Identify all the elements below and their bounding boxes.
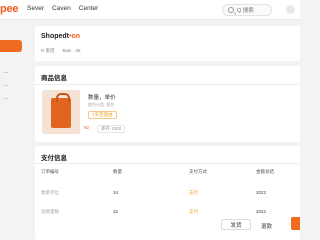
column-header: 支付方式: [189, 169, 207, 174]
brand-logo[interactable]: pee: [0, 3, 19, 15]
shop-name[interactable]: Shopedt•on: [41, 33, 80, 40]
table-row: 数量单位 34 支付 2022: [35, 190, 300, 198]
user-avatar[interactable]: [286, 5, 295, 14]
ship-button[interactable]: 发货: [221, 219, 251, 230]
sidebar-item[interactable]: [4, 98, 8, 99]
shop-card: Shopedt•on R 家结 Bale · 36: [35, 26, 300, 61]
product-card: 商品信息 数量，单价 颜色分类: 橙色 7天无理由 ¥2 库存 1000: [35, 66, 300, 142]
shop-follow: Bale · 36: [62, 48, 81, 53]
table-cell: 2022: [256, 190, 267, 195]
table-cell: 2022: [256, 209, 267, 214]
shop-name-accent: •on: [69, 33, 81, 40]
top-nav: Sever Caven Center: [27, 5, 98, 12]
primary-action-button[interactable]: [291, 217, 300, 230]
column-header: 订单编号: [41, 169, 59, 174]
shop-meta: R 家结 Bale · 36: [41, 48, 81, 54]
sidebar-active-pill[interactable]: [0, 40, 22, 52]
product-price: ¥2: [84, 125, 90, 130]
table-header: 订单编号 数量 支付方式 金额总结: [35, 169, 300, 177]
product-tag: 7天无理由: [88, 111, 117, 119]
search-input[interactable]: [237, 6, 269, 15]
column-header: 数量: [113, 169, 122, 174]
shop-rating: R 家结: [41, 48, 55, 53]
table-row: 总数量数 32 支付 2022: [35, 209, 300, 217]
refund-button[interactable]: 退款: [261, 222, 272, 230]
table-cell: 支付: [189, 209, 198, 214]
sidebar-items: [4, 72, 10, 111]
product-name[interactable]: 数量，单价: [88, 93, 116, 101]
divider: [35, 163, 300, 164]
nav-item-caven[interactable]: Caven: [52, 5, 71, 12]
product-spec: 颜色分类: 橙色: [88, 102, 115, 107]
table-cell: 34: [113, 190, 119, 195]
sidebar-item[interactable]: [4, 85, 8, 86]
nav-item-center[interactable]: Center: [79, 5, 99, 12]
payment-section-title: 支付信息: [41, 155, 67, 162]
table-cell: 数量单位: [41, 190, 59, 195]
table-cell: 32: [113, 209, 119, 214]
product-section-title: 商品信息: [41, 75, 67, 82]
top-bar: pee Sever Caven Center: [0, 0, 300, 20]
search-box[interactable]: [222, 4, 272, 16]
table-cell: 总数量数: [41, 209, 59, 214]
product-image[interactable]: [42, 90, 80, 134]
shop-name-main: Shopedt: [41, 33, 69, 40]
product-stock: 库存 1000: [97, 125, 126, 133]
column-header: 金额总结: [256, 169, 274, 174]
divider: [35, 84, 300, 85]
nav-item-sever[interactable]: Sever: [27, 5, 44, 12]
sidebar-item[interactable]: [4, 72, 8, 73]
bag-icon: [51, 93, 71, 128]
table-cell: 支付: [189, 190, 198, 195]
search-icon: [228, 7, 234, 13]
